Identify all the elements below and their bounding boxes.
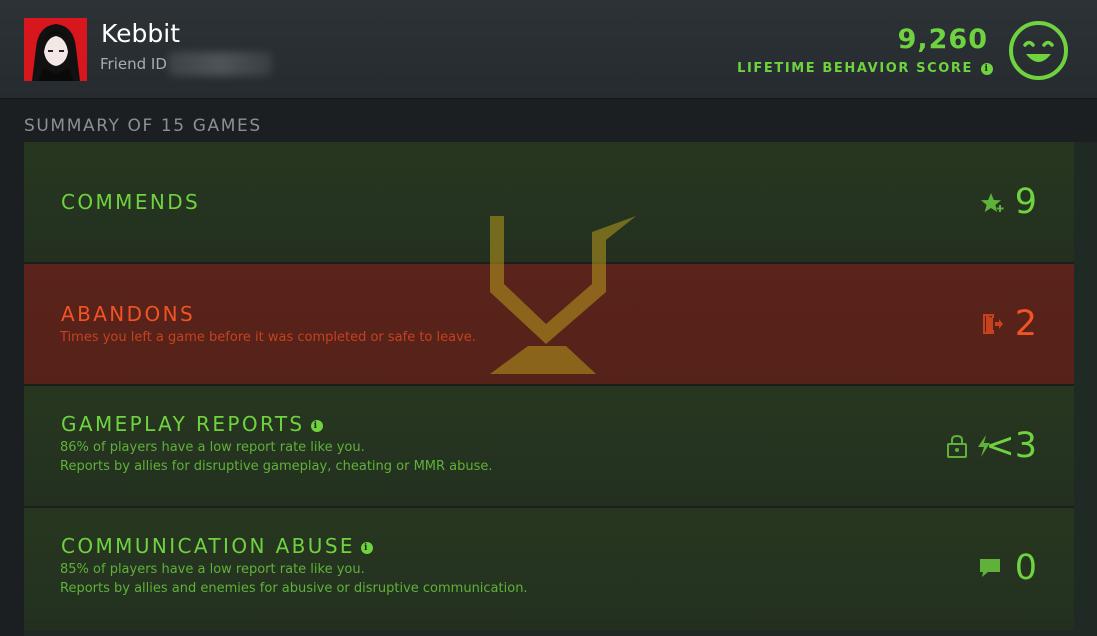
abandons-description: Times you left a game before it was comp…	[60, 330, 476, 345]
abandons-title: ABANDONS	[61, 302, 196, 326]
behavior-score-value: 9,260	[897, 24, 988, 55]
chat-bubble-icon	[980, 559, 1000, 577]
communication-abuse-stat: 85% of players have a low report rate li…	[60, 562, 365, 577]
summary-title: SUMMARY OF 15 GAMES	[24, 116, 262, 136]
behavior-score-label: LIFETIME BEHAVIOR SCORE i	[737, 61, 993, 76]
abandons-row: ABANDONS Times you left a game before it…	[24, 264, 1074, 384]
commends-row: COMMENDS 9	[24, 142, 1074, 262]
summary-panel: COMMENDS 9 ABANDONS Times you left a gam…	[24, 142, 1097, 636]
lock-icon	[947, 435, 967, 458]
communication-abuse-title-text: COMMUNICATION ABUSE	[61, 534, 355, 558]
commends-value: 9	[1014, 182, 1037, 222]
gameplay-reports-stat: 86% of players have a low report rate li…	[60, 440, 365, 455]
gameplay-reports-title-text: GAMEPLAY REPORTS	[61, 412, 305, 436]
communication-abuse-value: 0	[1014, 548, 1037, 588]
communication-abuse-row: COMMUNICATION ABUSE i 85% of players have…	[24, 508, 1074, 630]
abandons-value: 2	[1014, 304, 1037, 344]
profile-header: Kebbit Friend ID 9,260 LIFETIME BEHAVIOR…	[0, 0, 1097, 99]
friend-id-value-redacted	[168, 52, 272, 76]
gameplay-reports-description: Reports by allies for disruptive gamepla…	[60, 459, 493, 474]
star-plus-icon	[981, 193, 1004, 213]
info-icon[interactable]: i	[310, 420, 323, 432]
communication-abuse-description: Reports by allies and enemies for abusiv…	[60, 581, 528, 596]
exit-door-icon	[983, 314, 1003, 334]
info-icon[interactable]: i	[981, 62, 993, 75]
gameplay-reports-value: <3	[985, 426, 1037, 466]
gameplay-reports-row: GAMEPLAY REPORTS i 86% of players have a …	[24, 386, 1074, 506]
communication-abuse-title: COMMUNICATION ABUSE i	[61, 534, 373, 558]
avatar[interactable]	[24, 18, 87, 81]
player-name: Kebbit	[101, 19, 181, 48]
info-icon[interactable]: i	[360, 542, 373, 554]
commends-title: COMMENDS	[61, 190, 201, 214]
gameplay-reports-title: GAMEPLAY REPORTS i	[61, 412, 323, 436]
behavior-score-label-text: LIFETIME BEHAVIOR SCORE	[737, 61, 973, 76]
smiley-face-icon	[1009, 21, 1068, 80]
friend-id-label: Friend ID	[100, 55, 167, 73]
